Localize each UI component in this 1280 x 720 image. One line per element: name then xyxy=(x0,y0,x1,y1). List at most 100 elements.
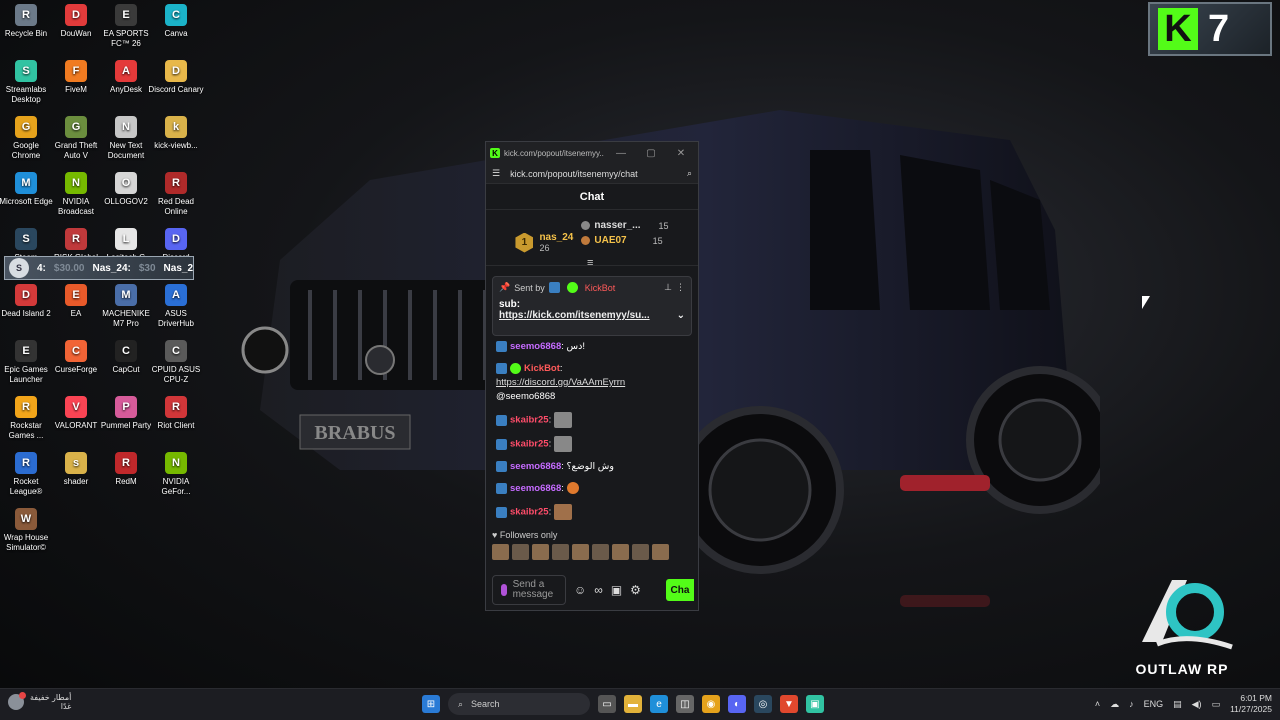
chat-username[interactable]: KickBot xyxy=(524,363,560,374)
brave-icon[interactable]: ▼ xyxy=(780,695,798,713)
desktop-icon[interactable]: O OLLOGOV2 xyxy=(100,172,152,228)
desktop-icon[interactable]: C Canva xyxy=(150,4,202,60)
desktop-icon[interactable]: R Recycle Bin xyxy=(0,4,52,60)
chat-emote-icon[interactable] xyxy=(553,412,572,428)
chat-username[interactable]: seemo6868 xyxy=(510,483,561,494)
emote-icon[interactable] xyxy=(532,544,549,560)
desktop-icon[interactable]: N NVIDIA GeFor... xyxy=(150,452,202,508)
store-icon[interactable]: ◫ xyxy=(676,695,694,713)
microphone-icon[interactable]: ♪ xyxy=(1129,699,1134,709)
desktop-icon[interactable]: V VALORANT xyxy=(50,396,102,452)
desktop-icon[interactable]: D DouWan xyxy=(50,4,102,60)
clock[interactable]: 6:01 PM 11/27/2025 xyxy=(1230,693,1272,715)
chat-username[interactable]: skaibr25 xyxy=(510,439,549,450)
pin-toggle-icon[interactable]: ⊥ xyxy=(664,282,672,293)
chat-username[interactable]: skaibr25 xyxy=(510,507,549,518)
emote-icon[interactable] xyxy=(552,544,569,560)
streamlabs-icon[interactable]: ▣ xyxy=(806,695,824,713)
steam-icon[interactable]: ◎ xyxy=(754,695,772,713)
gear-icon[interactable]: ⚙ xyxy=(630,583,641,597)
chat-message[interactable]: seemo6868: دس! xyxy=(496,340,688,354)
chrome-icon[interactable]: ◉ xyxy=(702,695,720,713)
mic-icon[interactable] xyxy=(501,584,507,596)
desktop-icon[interactable]: E EA SPORTS FC™ 26 xyxy=(100,4,152,60)
desktop-icon[interactable]: R Riot Client xyxy=(150,396,202,452)
close-icon[interactable]: ✕ xyxy=(668,148,694,159)
chat-message[interactable]: seemo6868: xyxy=(496,482,688,496)
leader-second[interactable]: nasser_... 15 xyxy=(581,220,669,231)
chat-message[interactable]: skaibr25: xyxy=(496,504,688,520)
windows-start-icon[interactable]: ⊞ xyxy=(422,695,440,713)
desktop-icon[interactable]: M MACHENIKE M7 Pro xyxy=(100,284,152,340)
emote-icon[interactable] xyxy=(632,544,649,560)
desktop-icon[interactable]: S Streamlabs Desktop xyxy=(0,60,52,116)
chevron-up-icon[interactable]: ˄ xyxy=(1095,699,1100,709)
language-indicator[interactable]: ENG xyxy=(1144,699,1164,709)
emote-icon[interactable] xyxy=(492,544,509,560)
chat-popout-window[interactable]: K kick.com/popout/itsenemyy... — ▢ ✕ ☰ k… xyxy=(485,141,699,611)
desktop-icon[interactable]: C CurseForge xyxy=(50,340,102,396)
chat-emote-icon[interactable] xyxy=(553,504,572,520)
chevron-down-icon[interactable]: ⌄ xyxy=(677,310,685,321)
network-icon[interactable]: ▤ xyxy=(1173,699,1182,710)
desktop-icon[interactable]: R Rocket League® xyxy=(0,452,52,508)
desktop-icon[interactable]: F FiveM xyxy=(50,60,102,116)
desktop-icon[interactable]: A ASUS DriverHub xyxy=(150,284,202,340)
site-settings-icon[interactable]: ☰ xyxy=(492,168,500,179)
desktop-icon[interactable]: R Rockstar Games ... xyxy=(0,396,52,452)
pinned-link[interactable]: https://kick.com/itsenemyy/su... xyxy=(499,310,650,321)
maximize-icon[interactable]: ▢ xyxy=(638,148,664,159)
desktop-icon[interactable]: C CapCut xyxy=(100,340,152,396)
desktop-icon[interactable]: G Grand Theft Auto V xyxy=(50,116,102,172)
chat-username[interactable]: skaibr25 xyxy=(510,415,549,426)
emoji-icon[interactable]: ☺ xyxy=(574,583,586,597)
desktop-icon[interactable]: R RedM xyxy=(100,452,152,508)
url-text[interactable]: kick.com/popout/itsenemyy/chat xyxy=(510,169,677,179)
chat-message[interactable]: skaibr25: xyxy=(496,436,688,452)
weather-widget[interactable]: أمطار خفيفة غدًا xyxy=(8,692,71,711)
address-bar[interactable]: ☰ kick.com/popout/itsenemyy/chat ⌕ xyxy=(486,164,698,184)
desktop-icon[interactable]: E EA xyxy=(50,284,102,340)
discord-icon[interactable]: ◐ xyxy=(728,695,746,713)
chat-mention[interactable]: @seemo6868 xyxy=(496,391,555,402)
emote-icon[interactable] xyxy=(512,544,529,560)
desktop-icon[interactable]: D Dead Island 2 xyxy=(0,284,52,340)
desktop-icon[interactable]: E Epic Games Launcher xyxy=(0,340,52,396)
emote-quickbar[interactable] xyxy=(486,540,698,564)
desktop-icon[interactable]: W Wrap House Simulator© xyxy=(0,508,52,564)
chat-username[interactable]: seemo6868 xyxy=(510,461,561,472)
desktop-icon[interactable]: C CPUID ASUS CPU-Z xyxy=(150,340,202,396)
volume-icon[interactable]: ◀) xyxy=(1192,699,1202,710)
chat-emote-icon[interactable] xyxy=(553,436,572,452)
desktop-icon[interactable]: R Red Dead Online xyxy=(150,172,202,228)
emote-icon[interactable] xyxy=(652,544,669,560)
more-options-icon[interactable]: ⋮ xyxy=(676,282,685,293)
desktop-icon[interactable]: A AnyDesk xyxy=(100,60,152,116)
chat-input[interactable]: Send a message xyxy=(492,575,566,605)
emote-icon[interactable] xyxy=(592,544,609,560)
chat-message[interactable]: KickBot: https://discord.gg/VaAAmEyrrn @s… xyxy=(496,362,688,404)
edge-icon[interactable]: e xyxy=(650,695,668,713)
send-chat-button[interactable]: Cha xyxy=(666,579,694,601)
desktop-icon[interactable]: D Discord Canary xyxy=(148,60,204,116)
pinned-message[interactable]: 📌 Sent by KickBot ⊥ ⋮ sub: https://kick.… xyxy=(492,276,692,336)
chat-username[interactable]: seemo6868 xyxy=(510,341,561,352)
emote-icon[interactable] xyxy=(572,544,589,560)
onedrive-icon[interactable]: ☁ xyxy=(1110,699,1119,710)
window-titlebar[interactable]: K kick.com/popout/itsenemyy... — ▢ ✕ xyxy=(486,142,698,164)
file-explorer-icon[interactable]: ▬ xyxy=(624,695,642,713)
zoom-icon[interactable]: ⌕ xyxy=(687,168,692,179)
battery-icon[interactable]: ▭ xyxy=(1212,699,1221,710)
chat-message[interactable]: seemo6868: وش الوضع؟ xyxy=(496,460,688,474)
desktop-icon[interactable]: k kick-viewb... xyxy=(150,116,202,172)
leader-first[interactable]: 1 nas_24 26 xyxy=(515,220,573,265)
chat-link[interactable]: https://discord.gg/VaAAmEyrrn xyxy=(496,377,625,388)
minimize-icon[interactable]: — xyxy=(608,148,634,159)
desktop-icon[interactable]: N NVIDIA Broadcast xyxy=(50,172,102,228)
infinity-icon[interactable]: ∞ xyxy=(594,583,603,597)
desktop-icon[interactable]: P Pummel Party xyxy=(100,396,152,452)
leader-third[interactable]: UAE07 15 xyxy=(581,235,668,246)
emote-icon[interactable] xyxy=(612,544,629,560)
desktop-icon[interactable]: s shader xyxy=(50,452,102,508)
desktop-icon[interactable]: M Microsoft Edge xyxy=(0,172,53,228)
